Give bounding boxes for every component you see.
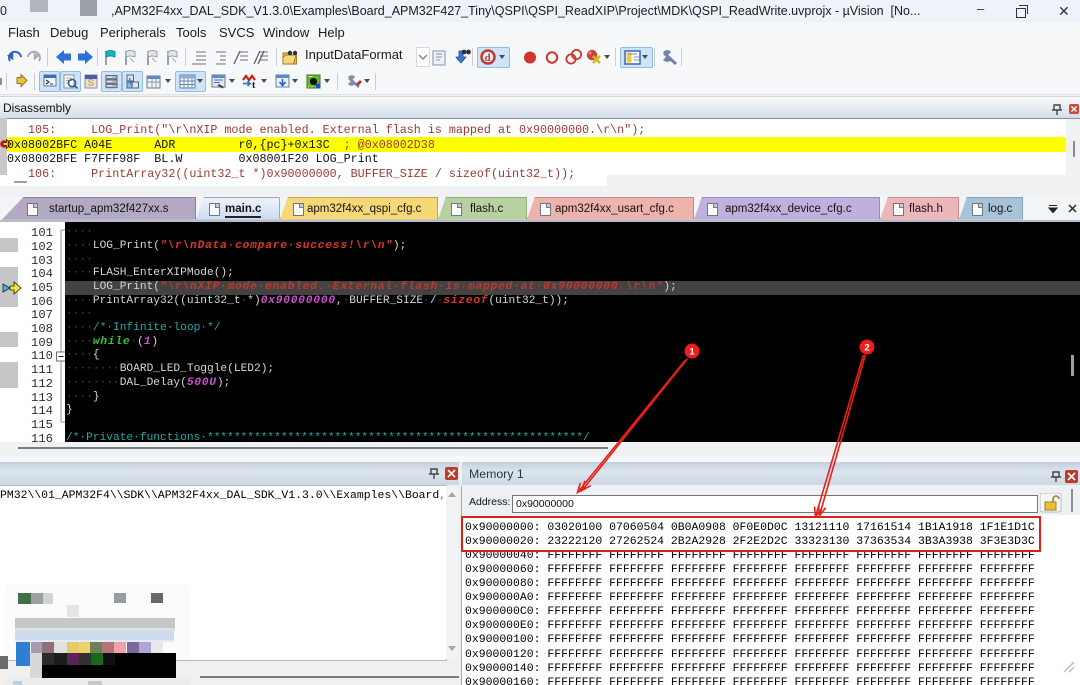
svg-text:t: t bbox=[252, 80, 256, 91]
svg-text:S: S bbox=[88, 78, 95, 89]
svg-text:d: d bbox=[485, 52, 491, 64]
